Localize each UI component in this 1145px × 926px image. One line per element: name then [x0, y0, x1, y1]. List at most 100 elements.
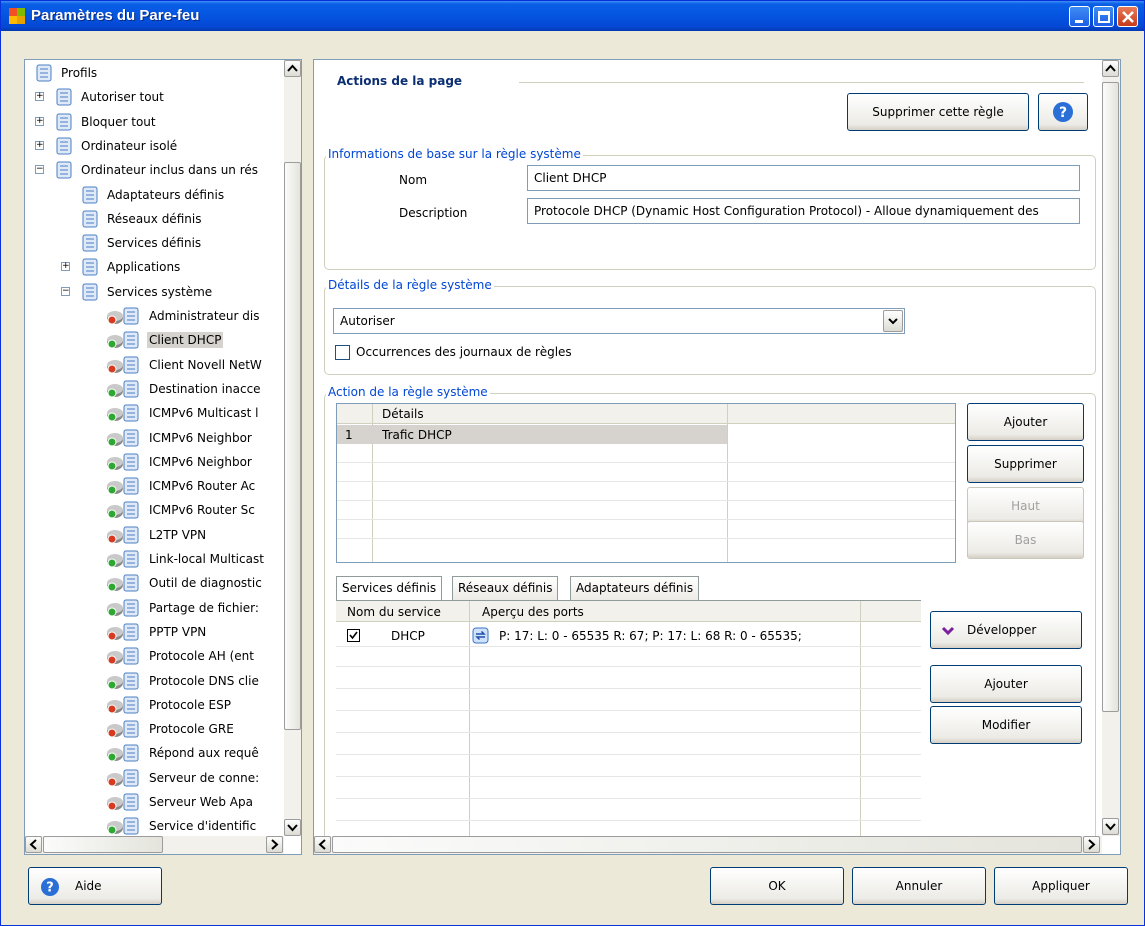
tree-item[interactable]: − Ordinateur inclus dans un rés: [35, 159, 260, 181]
panel-scroll-thumb[interactable]: [1102, 82, 1119, 712]
close-button[interactable]: [1117, 6, 1138, 27]
services-grid[interactable]: Nom du service Aperçu des ports DHCP P: …: [336, 600, 921, 837]
tab-networks[interactable]: Réseaux définis: [452, 576, 559, 600]
delete-rule-button[interactable]: Supprimer cette règle: [847, 93, 1029, 131]
expand-icon[interactable]: +: [35, 92, 44, 102]
tree-item[interactable]: ICMPv6 Neighbor: [105, 451, 254, 473]
modify-service-button[interactable]: Modifier: [930, 706, 1082, 744]
tree-item[interactable]: Protocole DNS clie: [105, 670, 261, 692]
panel-vertical-scrollbar[interactable]: [1102, 60, 1120, 836]
action-grid[interactable]: Détails 1 Trafic DHCP: [336, 403, 956, 563]
tree-item[interactable]: Profils: [35, 62, 99, 84]
tab-services[interactable]: Services définis: [336, 576, 443, 600]
expand-icon[interactable]: +: [61, 262, 70, 272]
expand-label: Développer: [967, 623, 1037, 637]
tree-item[interactable]: ICMPv6 Neighbor: [105, 427, 254, 449]
tree-item[interactable]: ICMPv6 Router Sc: [105, 499, 257, 521]
delete-action-button[interactable]: Supprimer: [967, 445, 1084, 483]
tree-item-label: PPTP VPN: [149, 624, 207, 639]
service-block-icon: [107, 793, 139, 811]
collapse-icon[interactable]: −: [61, 286, 70, 296]
tree-scroll-thumb[interactable]: [284, 162, 301, 730]
help-button[interactable]: ?: [1038, 93, 1088, 131]
apply-button[interactable]: Appliquer: [994, 867, 1128, 905]
tree-item-label: Ordinateur isolé: [81, 138, 178, 153]
panel-hscroll-thumb[interactable]: [332, 836, 1082, 853]
name-field[interactable]: Client DHCP: [527, 165, 1080, 191]
minimize-icon: [1075, 20, 1083, 23]
scroll-right-button[interactable]: [266, 836, 283, 853]
tree-item[interactable]: Serveur Web Apa: [105, 791, 255, 813]
scroll-up-button[interactable]: [284, 60, 301, 77]
service-checkbox[interactable]: [347, 629, 360, 642]
description-field[interactable]: Protocole DHCP (Dynamic Host Configurati…: [527, 198, 1080, 224]
title-bar[interactable]: Paramètres du Pare-feu: [1, 1, 1144, 31]
chevron-down-icon: [941, 626, 955, 636]
tree-item[interactable]: + Autoriser tout: [35, 86, 166, 108]
profiles-tree[interactable]: Profils + Autoriser tout + Bloquer tout + Ordi…: [24, 59, 302, 855]
tree-item[interactable]: Adaptateurs définis: [81, 184, 226, 206]
dropdown-button[interactable]: [883, 310, 903, 332]
tree-item[interactable]: Serveur de conne:: [105, 767, 261, 789]
move-up-button[interactable]: Haut: [967, 487, 1084, 525]
tree-item[interactable]: ICMPv6 Multicast l: [105, 402, 260, 424]
tree-item[interactable]: Protocole ESP: [105, 694, 233, 716]
tree-item[interactable]: Réseaux définis: [81, 208, 203, 230]
tree-item[interactable]: + Ordinateur isolé: [35, 135, 179, 157]
tab-adapters[interactable]: Adaptateurs définis: [570, 576, 700, 600]
tree-item[interactable]: ICMPv6 Router Ac: [105, 475, 257, 497]
tree-item[interactable]: PPTP VPN: [105, 621, 208, 643]
service-allow-icon: [107, 672, 139, 689]
tree-item[interactable]: Service d'identific: [105, 815, 258, 837]
tree-item-label: Applications: [107, 260, 181, 275]
tree-item[interactable]: Client DHCP: [105, 329, 224, 351]
ok-button[interactable]: OK: [710, 867, 844, 905]
action-select[interactable]: Autoriser: [333, 308, 905, 334]
expand-button[interactable]: Développer: [930, 611, 1082, 649]
move-down-button[interactable]: Bas: [967, 521, 1084, 559]
panel-horizontal-scrollbar[interactable]: [314, 836, 1102, 854]
tree-item-label: Client DHCP: [147, 332, 224, 349]
tree-item[interactable]: Client Novell NetW: [105, 354, 264, 376]
tree-item[interactable]: Outil de diagnostic: [105, 572, 264, 594]
scroll-right-button[interactable]: [1083, 836, 1100, 853]
row-line: [337, 519, 955, 520]
tree-item-label: Services système: [107, 284, 213, 299]
tree-item[interactable]: Administrateur dis: [105, 305, 261, 327]
tree-hscroll-thumb[interactable]: [43, 836, 163, 853]
collapse-icon[interactable]: −: [35, 165, 44, 175]
close-icon: [1122, 11, 1134, 23]
tree-vertical-scrollbar[interactable]: [284, 60, 301, 836]
name-label: Nom: [399, 173, 428, 187]
expand-icon[interactable]: +: [35, 116, 44, 126]
help-footer-button[interactable]: ? Aide: [28, 867, 162, 905]
tree-item[interactable]: Répond aux requê: [105, 742, 261, 764]
tree-item[interactable]: Protocole GRE: [105, 718, 236, 740]
tree-item[interactable]: + Applications: [61, 256, 182, 278]
tree-item[interactable]: Partage de fichier:: [105, 597, 261, 619]
tree-item[interactable]: Link-local Multicast: [105, 548, 266, 570]
chevron-up-icon: [287, 64, 298, 72]
tree-horizontal-scrollbar[interactable]: [25, 836, 284, 854]
scroll-left-button[interactable]: [25, 836, 42, 853]
tree-item[interactable]: − Services système: [61, 281, 214, 303]
scroll-left-button[interactable]: [314, 836, 331, 853]
maximize-button[interactable]: [1093, 6, 1114, 27]
log-checkbox-label: Occurrences des journaux de règles: [356, 345, 572, 359]
add-action-button[interactable]: Ajouter: [967, 403, 1084, 441]
scroll-down-button[interactable]: [284, 819, 301, 836]
log-checkbox[interactable]: [335, 345, 350, 360]
tree-item[interactable]: Protocole AH (ent: [105, 645, 256, 667]
add-service-button[interactable]: Ajouter: [930, 665, 1082, 703]
scroll-up-button[interactable]: [1102, 60, 1119, 77]
action-grid-header: [337, 404, 955, 424]
tree-item[interactable]: + Bloquer tout: [35, 111, 158, 133]
scroll-down-button[interactable]: [1102, 818, 1119, 835]
tree-item[interactable]: Services définis: [81, 232, 203, 254]
profile-icon: [82, 186, 98, 203]
cancel-button[interactable]: Annuler: [852, 867, 986, 905]
tree-item[interactable]: L2TP VPN: [105, 524, 208, 546]
tree-item[interactable]: Destination inacce: [105, 378, 263, 400]
expand-icon[interactable]: +: [35, 140, 44, 150]
minimize-button[interactable]: [1069, 6, 1090, 27]
